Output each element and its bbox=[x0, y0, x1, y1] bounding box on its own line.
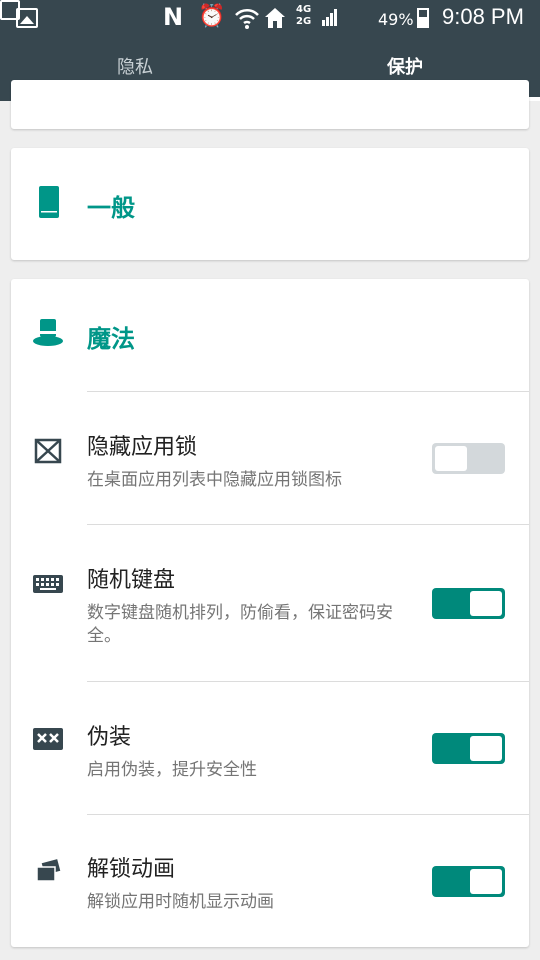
divider bbox=[87, 391, 529, 392]
wifi-icon bbox=[235, 8, 259, 29]
toggle-knob bbox=[470, 869, 502, 894]
signal-icon bbox=[322, 9, 337, 26]
setting-title: 伪装 bbox=[87, 725, 132, 750]
general-section-card[interactable]: 一般 bbox=[11, 148, 529, 260]
divider bbox=[87, 681, 529, 682]
status-time: 9:08 PM bbox=[442, 4, 524, 29]
setting-title: 解锁动画 bbox=[87, 857, 176, 882]
setting-description: 在桌面应用列表中隐藏应用锁图标 bbox=[87, 470, 342, 490]
magic-section-card: 魔法 隐藏应用锁 在桌面应用列表中隐藏应用锁图标 随机键盘 数字键盘随机排列，防… bbox=[11, 279, 529, 947]
setting-description: 启用伪装，提升安全性 bbox=[87, 760, 257, 780]
alarm-icon: ⏰ bbox=[198, 4, 226, 29]
battery-percent: 49% bbox=[378, 10, 414, 29]
status-bar: N ⏰ 4G 2G 49% 9:08 PM bbox=[0, 0, 540, 36]
random-keyboard-toggle[interactable] bbox=[432, 588, 505, 619]
toggle-knob bbox=[435, 446, 467, 471]
hide-box-icon bbox=[34, 438, 62, 464]
battery-icon bbox=[417, 8, 429, 28]
setting-description: 数字键盘随机排列，防偷看，保证密码安全。 bbox=[87, 603, 393, 646]
toggle-knob bbox=[470, 736, 502, 761]
setting-title: 隐藏应用锁 bbox=[87, 435, 198, 460]
home-icon bbox=[265, 8, 285, 28]
hide-applock-toggle[interactable] bbox=[432, 443, 505, 474]
setting-title: 随机键盘 bbox=[87, 568, 176, 593]
animation-cards-icon bbox=[36, 859, 61, 882]
general-section-title: 一般 bbox=[87, 194, 135, 222]
setting-description: 解锁应用时随机显示动画 bbox=[87, 892, 274, 912]
disguise-toggle[interactable] bbox=[432, 733, 505, 764]
unlock-animation-toggle[interactable] bbox=[432, 866, 505, 897]
divider bbox=[87, 814, 529, 815]
previous-card-bottom bbox=[11, 80, 529, 129]
divider bbox=[87, 524, 529, 525]
mask-icon bbox=[33, 728, 63, 750]
magic-hat-icon bbox=[33, 319, 63, 346]
magic-section-title: 魔法 bbox=[87, 325, 135, 353]
gallery-icon bbox=[16, 8, 38, 28]
toggle-knob bbox=[470, 591, 502, 616]
network-type-label: 4G 2G bbox=[296, 4, 312, 27]
nfc-icon: N bbox=[163, 3, 184, 31]
keyboard-icon bbox=[33, 575, 63, 593]
phone-icon bbox=[39, 186, 59, 218]
